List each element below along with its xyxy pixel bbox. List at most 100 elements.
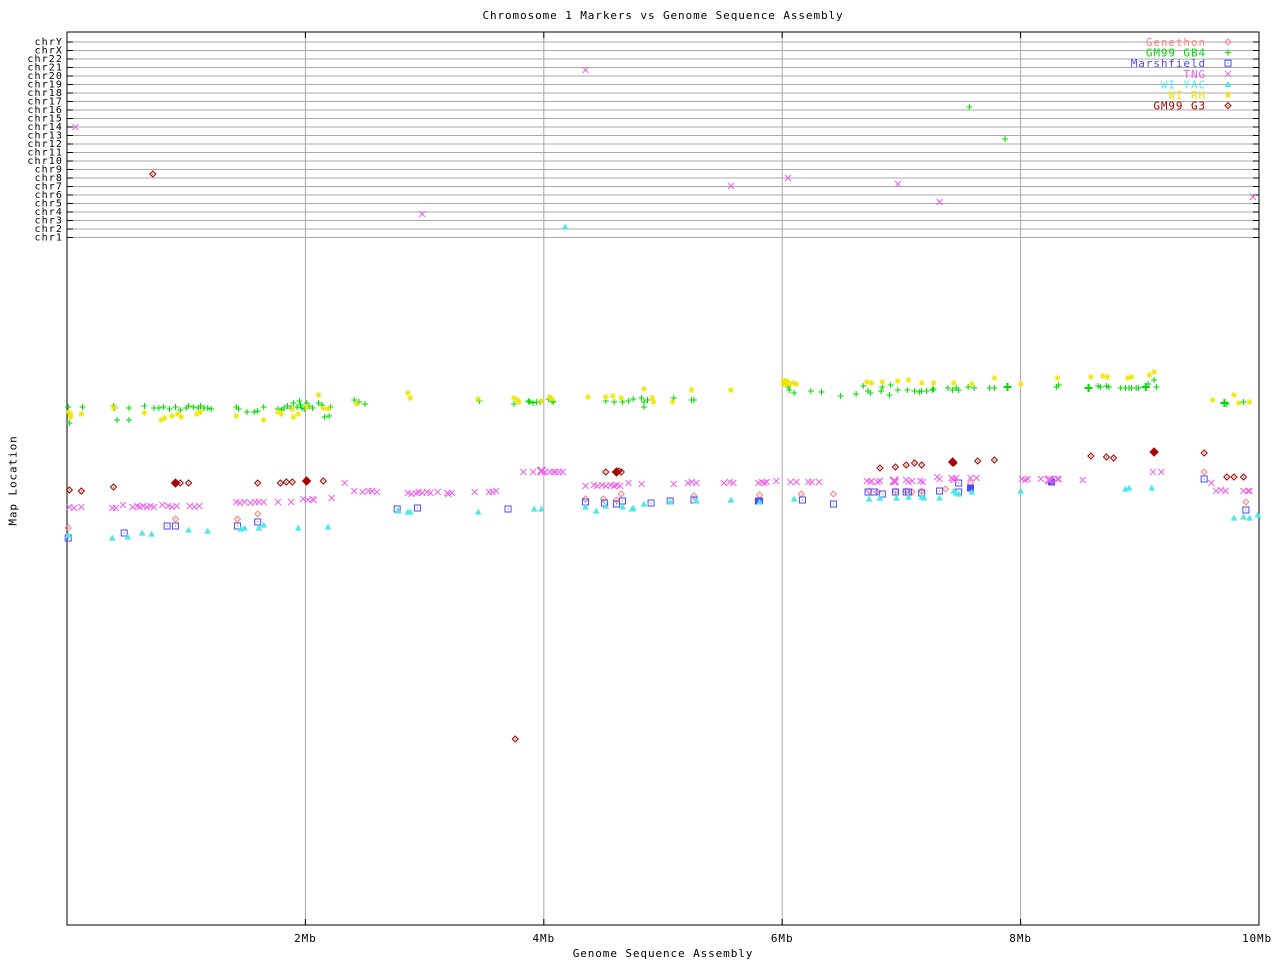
marker-tng bbox=[936, 475, 943, 483]
marker-gm99-g3-dot bbox=[1090, 455, 1092, 457]
marker-wi-yac bbox=[666, 498, 674, 505]
marker-tng bbox=[434, 488, 442, 496]
marker-tng bbox=[1157, 468, 1165, 476]
marker-wi-rh bbox=[67, 414, 74, 420]
legend-marker-wi-rh bbox=[1225, 92, 1231, 98]
marker-wi-yac bbox=[204, 527, 212, 534]
marker-wi-rh bbox=[538, 398, 545, 404]
x-tick-label: 8Mb bbox=[1009, 932, 1032, 945]
marker-gm99-gb4 bbox=[208, 406, 215, 412]
marker-genethon-dot bbox=[67, 527, 69, 529]
marker-gm99-g3-dot bbox=[1233, 476, 1235, 478]
marker-wi-yac bbox=[138, 529, 146, 536]
marker-genethon-dot bbox=[236, 518, 238, 520]
marker-genethon-dot bbox=[602, 498, 604, 500]
marker-marshfield-dot bbox=[416, 507, 418, 509]
marker-gm99-g3-dot bbox=[914, 462, 916, 464]
marker-gm99-g3-dot bbox=[322, 480, 324, 482]
marker-tng bbox=[1207, 479, 1215, 487]
marker-gm99-gb4 bbox=[930, 386, 937, 392]
marker-gm99-gb4 bbox=[886, 392, 893, 398]
marker-wi-yac bbox=[790, 495, 798, 502]
marker-marshfield-dot bbox=[174, 525, 176, 527]
marker-gm99-g3-dot bbox=[1105, 456, 1107, 458]
marker-wi-rh bbox=[1099, 373, 1106, 379]
marker-marshfield-dot bbox=[958, 482, 960, 484]
marker-wi-yac bbox=[324, 523, 332, 530]
marker-wi-yac bbox=[530, 505, 538, 512]
marker-wi-rh bbox=[1209, 397, 1216, 403]
marker-wi-rh bbox=[1146, 372, 1153, 378]
marker-gm99-gb4 bbox=[114, 417, 121, 423]
marker-tng bbox=[412, 489, 420, 497]
marker-tng bbox=[582, 482, 589, 490]
marker-wi-yac bbox=[394, 507, 402, 514]
marker-wi-rh bbox=[1246, 399, 1253, 405]
marker-gm99-gb4 bbox=[923, 388, 930, 394]
marker-wi-yac bbox=[148, 530, 156, 537]
marker-gm99-gb4 bbox=[837, 393, 844, 399]
marker-marshfield-dot bbox=[585, 501, 587, 503]
marker-tng bbox=[919, 478, 927, 486]
marker-marshfield-dot bbox=[507, 508, 509, 510]
marker-marshfield-dot bbox=[970, 487, 972, 489]
marker-wi-yac bbox=[474, 508, 482, 515]
marker-tng bbox=[1055, 475, 1063, 483]
marker-tng bbox=[195, 502, 203, 510]
marker-tng bbox=[159, 501, 166, 509]
marker-gm99-g3-dot bbox=[1113, 457, 1115, 459]
marker-wi-rh bbox=[315, 392, 322, 398]
marker-gm99-g3-dot bbox=[1153, 451, 1155, 453]
x-tick-label: 6Mb bbox=[771, 932, 794, 945]
marker-tng bbox=[133, 502, 141, 510]
marker-gm99-g3-dot bbox=[174, 482, 176, 484]
marker-marshfield-dot bbox=[1203, 478, 1205, 480]
marker-gm99-gb4 bbox=[79, 404, 86, 410]
legend-marker-genethon-dot bbox=[1227, 41, 1229, 43]
marker-wi-rh bbox=[289, 406, 296, 412]
marker-gm99-gb4 bbox=[243, 409, 250, 415]
marker-gm99-gb4 bbox=[1003, 383, 1012, 391]
marker-gm99-gb4 bbox=[991, 385, 998, 391]
marker-tng bbox=[260, 498, 268, 506]
marker-genethon-dot bbox=[832, 493, 834, 495]
marker-gm99-g3-dot bbox=[179, 482, 181, 484]
marker-wi-rh bbox=[609, 393, 616, 399]
marker-tng bbox=[328, 494, 335, 502]
marker-gm99-gb4 bbox=[254, 408, 261, 414]
marker-gm99-gb4 bbox=[619, 399, 626, 405]
marker-wi-rh bbox=[650, 399, 657, 405]
marker-gm99-g3-dot bbox=[188, 482, 190, 484]
marker-gm99-gb4 bbox=[190, 404, 197, 410]
marker-tng bbox=[793, 478, 800, 486]
marker-gm99-gb4 bbox=[1002, 136, 1009, 142]
marker-gm99-g3-dot bbox=[257, 482, 259, 484]
marker-wi-rh bbox=[290, 414, 297, 420]
marker-marshfield-dot bbox=[801, 499, 803, 501]
marker-genethon-dot bbox=[616, 499, 618, 501]
legend-marker-gm99-g3-dot bbox=[1227, 105, 1229, 107]
marker-gm99-g3-dot bbox=[1203, 452, 1205, 454]
marker-tng bbox=[274, 498, 282, 506]
marker-tng bbox=[638, 480, 645, 488]
marker-marshfield-dot bbox=[1245, 509, 1247, 511]
marker-genethon-dot bbox=[1245, 501, 1247, 503]
marker-genethon-dot bbox=[970, 482, 972, 484]
marker-wi-yac bbox=[1254, 511, 1262, 518]
x-tick-label: 4Mb bbox=[533, 932, 556, 945]
marker-wi-rh bbox=[549, 396, 556, 402]
marker-wi-yac bbox=[865, 495, 873, 502]
marker-gm99-gb4 bbox=[251, 409, 258, 415]
marker-wi-yac bbox=[1017, 487, 1024, 494]
marker-gm99-gb4 bbox=[321, 414, 328, 420]
marker-tng bbox=[112, 504, 120, 512]
marker-wi-rh bbox=[640, 386, 647, 392]
marker-gm99-gb4 bbox=[326, 413, 333, 419]
legend-label-gm99-g3: GM99 G3 bbox=[1153, 100, 1206, 113]
marker-wi-rh bbox=[161, 415, 168, 421]
marker-genethon-dot bbox=[174, 518, 176, 520]
marker-tng bbox=[760, 479, 768, 487]
marker-marshfield-dot bbox=[123, 532, 125, 534]
marker-tng bbox=[373, 488, 381, 496]
marker-gm99-g3-dot bbox=[306, 480, 308, 482]
